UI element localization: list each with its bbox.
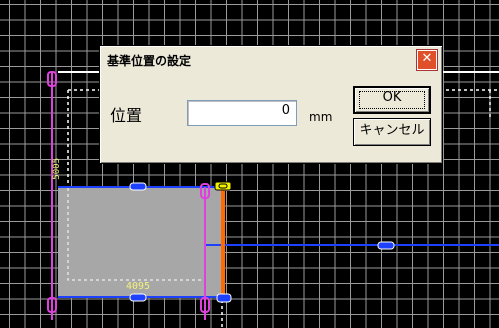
cancel-button[interactable]: キャンセル — [353, 118, 431, 146]
ok-button[interactable]: OK — [353, 86, 431, 114]
handle-bottom-mid — [129, 293, 147, 302]
handle-corner-top-right — [214, 181, 232, 191]
close-icon[interactable]: ✕ — [417, 50, 437, 70]
dialog-title: 基準位置の設定 — [107, 54, 192, 68]
height-dimension-label: 5005 — [52, 158, 62, 180]
handle-top-mid — [129, 182, 147, 191]
handle-blue-line — [377, 241, 395, 250]
focus-rect — [359, 91, 425, 109]
unit-label: mm — [309, 110, 333, 124]
dialog-titlebar[interactable]: 基準位置の設定 ✕ — [102, 48, 440, 70]
cancel-button-label: キャンセル — [359, 123, 425, 138]
dialog-body: 位置 0 mm OK キャンセル — [102, 72, 440, 161]
width-dimension-label: 4095 — [126, 281, 151, 292]
position-input[interactable]: 0 — [187, 100, 297, 126]
reference-position-dialog: 基準位置の設定 ✕ 位置 0 mm OK キャンセル — [99, 45, 443, 164]
position-label: 位置 — [110, 106, 143, 125]
handle-corner-bottom-right — [216, 293, 232, 303]
